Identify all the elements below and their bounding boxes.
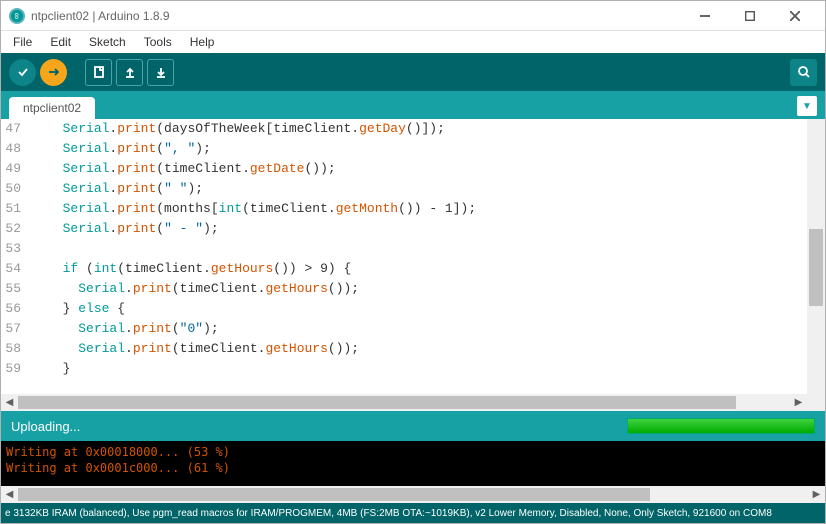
code-editor[interactable]: 47 Serial.print(daysOfTheWeek[timeClient… (1, 119, 807, 394)
window-title: ntpclient02 | Arduino 1.8.9 (31, 9, 682, 23)
line-number: 52 (1, 219, 31, 239)
line-number: 54 (1, 259, 31, 279)
editor-vertical-scrollbar[interactable] (807, 119, 825, 394)
console-horizontal-scrollbar[interactable]: ◀ ▶ (1, 486, 825, 503)
tab-sketch[interactable]: ntpclient02 (9, 97, 95, 119)
scroll-right-icon[interactable]: ▶ (790, 394, 807, 411)
editor-horizontal-scrollbar[interactable]: ◀ ▶ (1, 394, 825, 411)
editor-area: 47 Serial.print(daysOfTheWeek[timeClient… (1, 119, 825, 394)
code-content[interactable]: Serial.print(daysOfTheWeek[timeClient.ge… (31, 119, 807, 139)
code-line[interactable]: 52 Serial.print(" - "); (1, 219, 807, 239)
code-content[interactable] (31, 239, 807, 259)
upload-button[interactable] (40, 59, 67, 86)
line-number: 58 (1, 339, 31, 359)
menu-sketch[interactable]: Sketch (85, 33, 130, 51)
menu-tools[interactable]: Tools (140, 33, 176, 51)
line-number: 55 (1, 279, 31, 299)
tabbar: ntpclient02 ▼ (1, 91, 825, 119)
status-bar: Uploading... (1, 411, 825, 441)
scroll-right-icon[interactable]: ▶ (808, 486, 825, 503)
code-content[interactable]: Serial.print(" "); (31, 179, 807, 199)
code-content[interactable]: Serial.print(months[int(timeClient.getMo… (31, 199, 807, 219)
code-line[interactable]: 50 Serial.print(" "); (1, 179, 807, 199)
board-info: e 3132KB IRAM (balanced), Use pgm_read m… (5, 508, 821, 519)
line-number: 53 (1, 239, 31, 259)
code-line[interactable]: 56 } else { (1, 299, 807, 319)
serial-monitor-button[interactable] (790, 59, 817, 86)
menubar: File Edit Sketch Tools Help (1, 31, 825, 53)
line-number: 48 (1, 139, 31, 159)
code-line[interactable]: 48 Serial.print(", "); (1, 139, 807, 159)
titlebar: ntpclient02 | Arduino 1.8.9 (1, 1, 825, 31)
line-number: 47 (1, 119, 31, 139)
code-line[interactable]: 57 Serial.print("0"); (1, 319, 807, 339)
verify-button[interactable] (9, 59, 36, 86)
code-line[interactable]: 53 (1, 239, 807, 259)
code-content[interactable]: if (int(timeClient.getHours()) > 9) { (31, 259, 807, 279)
code-line[interactable]: 54 if (int(timeClient.getHours()) > 9) { (1, 259, 807, 279)
app-icon (9, 8, 25, 24)
maximize-button[interactable] (727, 2, 772, 30)
console-line: Writing at 0x0001c000... (61 %) (6, 460, 820, 476)
line-number: 59 (1, 359, 31, 379)
line-number: 49 (1, 159, 31, 179)
scroll-left-icon[interactable]: ◀ (1, 394, 18, 411)
code-content[interactable]: } else { (31, 299, 807, 319)
console-output[interactable]: Writing at 0x00018000... (53 %)Writing a… (1, 441, 825, 486)
code-line[interactable]: 49 Serial.print(timeClient.getDate()); (1, 159, 807, 179)
code-line[interactable]: 55 Serial.print(timeClient.getHours()); (1, 279, 807, 299)
toolbar (1, 53, 825, 91)
upload-progress (627, 418, 815, 434)
code-content[interactable]: Serial.print(timeClient.getDate()); (31, 159, 807, 179)
menu-help[interactable]: Help (186, 33, 219, 51)
line-number: 50 (1, 179, 31, 199)
code-content[interactable]: Serial.print(", "); (31, 139, 807, 159)
save-sketch-button[interactable] (147, 59, 174, 86)
code-content[interactable]: Serial.print(timeClient.getHours()); (31, 339, 807, 359)
line-number: 56 (1, 299, 31, 319)
code-content[interactable]: Serial.print(timeClient.getHours()); (31, 279, 807, 299)
status-text: Uploading... (11, 419, 627, 434)
code-content[interactable]: Serial.print(" - "); (31, 219, 807, 239)
line-number: 57 (1, 319, 31, 339)
code-line[interactable]: 59 } (1, 359, 807, 379)
code-line[interactable]: 51 Serial.print(months[int(timeClient.ge… (1, 199, 807, 219)
new-sketch-button[interactable] (85, 59, 112, 86)
code-content[interactable]: } (31, 359, 807, 379)
close-button[interactable] (772, 2, 817, 30)
scroll-left-icon[interactable]: ◀ (1, 486, 18, 503)
menu-edit[interactable]: Edit (46, 33, 75, 51)
tab-dropdown-button[interactable]: ▼ (797, 96, 817, 116)
footer-bar: e 3132KB IRAM (balanced), Use pgm_read m… (1, 503, 825, 523)
minimize-button[interactable] (682, 2, 727, 30)
code-line[interactable]: 47 Serial.print(daysOfTheWeek[timeClient… (1, 119, 807, 139)
line-number: 51 (1, 199, 31, 219)
console-line: Writing at 0x00018000... (53 %) (6, 444, 820, 460)
code-line[interactable]: 58 Serial.print(timeClient.getHours()); (1, 339, 807, 359)
open-sketch-button[interactable] (116, 59, 143, 86)
code-content[interactable]: Serial.print("0"); (31, 319, 807, 339)
menu-file[interactable]: File (9, 33, 36, 51)
